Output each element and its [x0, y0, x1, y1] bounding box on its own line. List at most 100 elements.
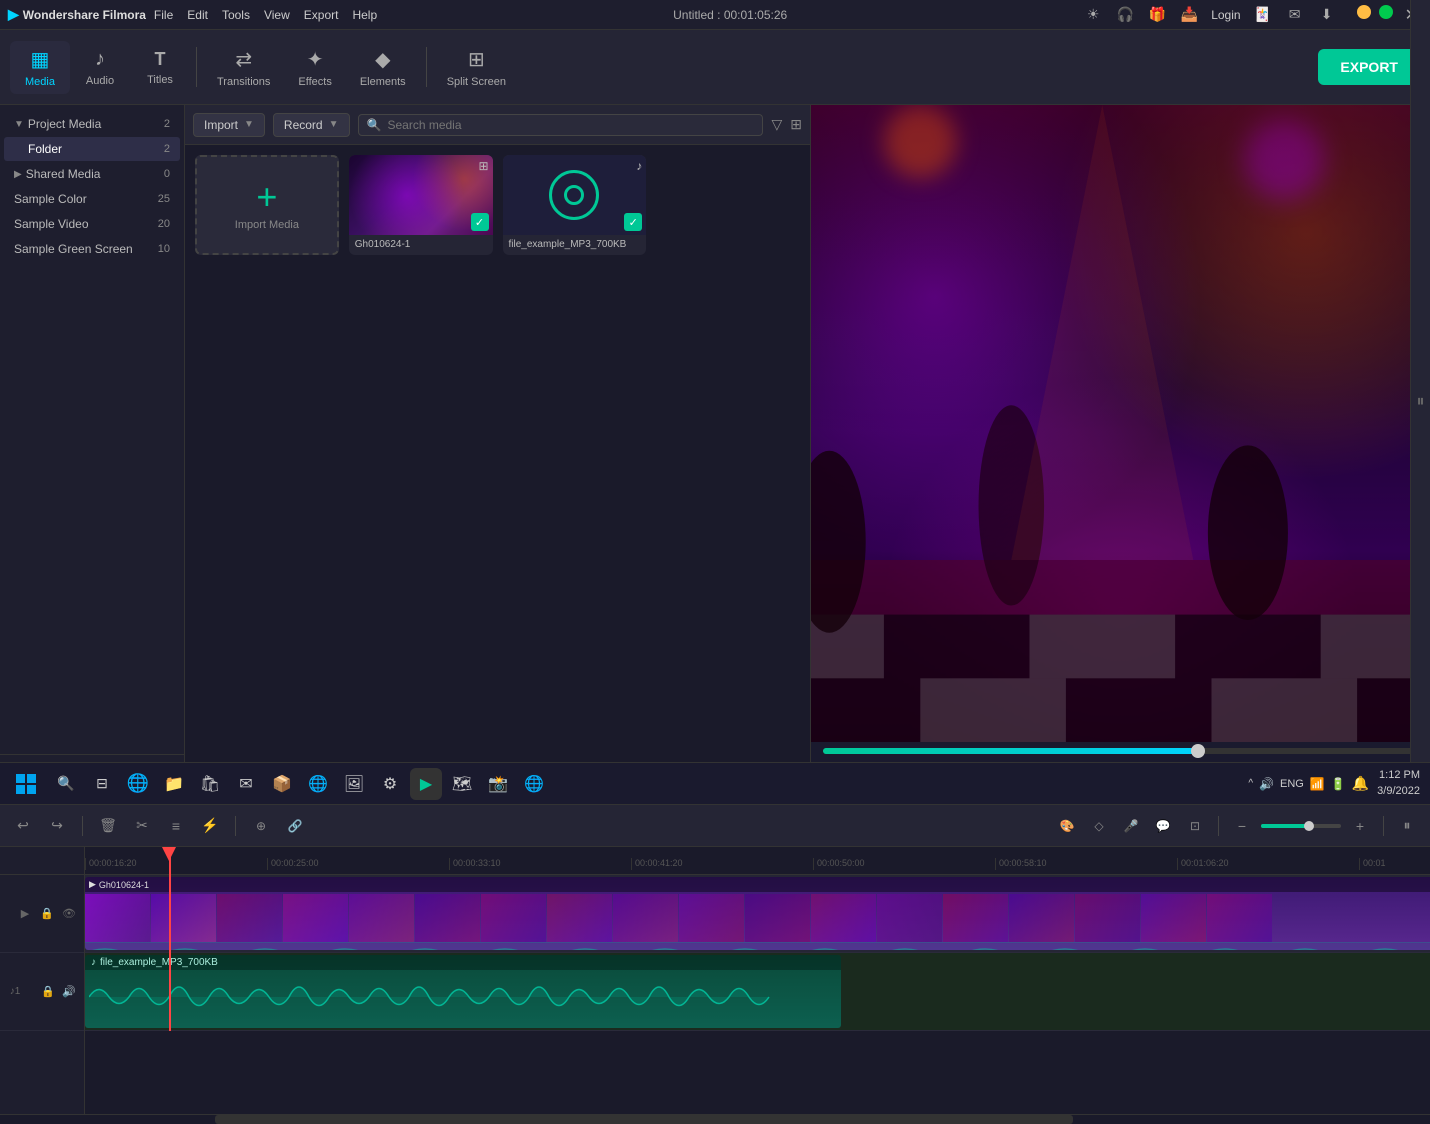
taskbar-maps-icon[interactable]: 🗺 [446, 768, 478, 800]
taskbar-mail-icon[interactable]: ✉ [230, 768, 262, 800]
transitions-icon: ⇄ [235, 47, 252, 72]
keyframe-button[interactable]: ◇ [1086, 813, 1112, 839]
vframe18 [1207, 894, 1272, 942]
menu-tools[interactable]: Tools [222, 8, 250, 22]
media-audio-item[interactable]: ♪ ✓ file_example_MP3_700KB [503, 155, 647, 255]
delete-button[interactable]: 🗑 [95, 813, 121, 839]
voice-btn[interactable]: 🎤 [1118, 813, 1144, 839]
zoom-in-button[interactable]: + [1347, 813, 1373, 839]
taskbar-time[interactable]: 1:12 PM 3/9/2022 [1377, 768, 1420, 799]
taskbar-chrome2-icon[interactable]: 🌐 [518, 768, 550, 800]
battery-icon[interactable]: 🔋 [1331, 777, 1346, 791]
headset-icon[interactable]: 🎧 [1115, 5, 1135, 25]
sample-color-label: Sample Color [14, 192, 158, 206]
color-grading-button[interactable]: 🎨 [1054, 813, 1080, 839]
video-track-lock[interactable]: 🔒 [38, 905, 56, 923]
taskbar-files-icon[interactable]: 📁 [158, 768, 190, 800]
systray-chevron-icon[interactable]: ^ [1248, 778, 1253, 789]
audio-detach-button[interactable]: ⚡ [197, 813, 223, 839]
menu-file[interactable]: File [154, 8, 173, 22]
progress-handle[interactable] [1191, 744, 1205, 758]
tree-sample-video[interactable]: Sample Video 20 [4, 212, 180, 236]
progress-bar[interactable] [823, 748, 1418, 754]
toolbar-elements[interactable]: ◆ Elements [346, 41, 420, 94]
zoom-slider[interactable] [1261, 824, 1341, 828]
export-button[interactable]: EXPORT [1318, 49, 1420, 85]
download2-icon[interactable]: ⬇ [1317, 5, 1337, 25]
audio-clip-name: file_example_MP3_700KB [100, 957, 218, 968]
video-clip-block[interactable]: ▶ Gh010624-1 [85, 877, 1430, 950]
pause-button[interactable]: ⏸ [1394, 813, 1420, 839]
tree-shared-media[interactable]: ▶ Shared Media 0 [4, 162, 180, 186]
audio-volume-icon[interactable]: 🔊 [60, 983, 78, 1001]
tree-project-media[interactable]: ▼ Project Media 2 [4, 112, 180, 136]
gift-icon[interactable]: 🎁 [1147, 5, 1167, 25]
cut-button[interactable]: ✂ [129, 813, 155, 839]
timeline-scrollbar[interactable] [0, 1114, 1430, 1124]
menu-view[interactable]: View [264, 8, 290, 22]
undo-button[interactable]: ↩ [10, 813, 36, 839]
vframe17 [1141, 894, 1206, 942]
video-track-row: ▶ Gh010624-1 [85, 875, 1430, 953]
media-video-item[interactable]: ⊞ ✓ Gh010624-1 [349, 155, 493, 255]
video-clip-icon: ▶ [89, 879, 96, 890]
zoom-handle[interactable] [1304, 821, 1314, 831]
login-button[interactable]: Login [1211, 8, 1240, 22]
video-track-eye[interactable]: 👁 [60, 905, 78, 923]
notification-icon[interactable]: 🔔 [1352, 775, 1369, 792]
audio-lock-icon[interactable]: 🔒 [39, 983, 57, 1001]
maximize-button[interactable] [1379, 5, 1393, 19]
grid-view-icon[interactable]: ⊞ [790, 116, 802, 133]
taskbar-dropbox-icon[interactable]: 📦 [266, 768, 298, 800]
taskbar-store-icon[interactable]: 🛍 [194, 768, 226, 800]
minimize-button[interactable] [1357, 5, 1371, 19]
menu-export[interactable]: Export [304, 8, 339, 22]
toolbar-effects[interactable]: ✦ Effects [284, 41, 345, 94]
taskbar-search-icon[interactable]: 🔍 [50, 768, 82, 800]
taskbar-taskview-icon[interactable]: ⊟ [86, 768, 118, 800]
search-input[interactable] [387, 118, 754, 132]
toolbar-titles[interactable]: T Titles [130, 43, 190, 92]
video-check: ✓ [471, 213, 489, 231]
taskbar-chrome-icon[interactable]: 🌐 [302, 768, 334, 800]
toolbar-splitscreen[interactable]: ⊞ Split Screen [433, 41, 520, 94]
import-dropdown[interactable]: Import ▼ [193, 113, 265, 137]
captions-button[interactable]: 💬 [1150, 813, 1176, 839]
taskbar-settings-icon[interactable]: ⚙ [374, 768, 406, 800]
audio-label-left: ♪1 [6, 983, 24, 1001]
align-button[interactable]: ≡ [163, 813, 189, 839]
taskbar-photos-icon[interactable]: 🖼 [338, 768, 370, 800]
vframe14 [943, 894, 1008, 942]
toolbar-audio[interactable]: ♪ Audio [70, 42, 130, 93]
taskbar-filmora-icon[interactable]: ▶ [410, 768, 442, 800]
menu-edit[interactable]: Edit [187, 8, 208, 22]
tree-folder[interactable]: Folder 2 [4, 137, 180, 161]
record-dropdown[interactable]: Record ▼ [273, 113, 350, 137]
tracks-scroll[interactable]: 00:00:16:20 00:00:25:00 00:00:33:10 00:0… [85, 847, 1430, 1114]
audio-clip-block[interactable]: ♪ file_example_MP3_700KB [85, 955, 841, 1028]
taskbar-edge-icon[interactable]: 🌐 [122, 768, 154, 800]
snap-button[interactable]: ⊕ [248, 813, 274, 839]
taskbar-photos2-icon[interactable]: 📸 [482, 768, 514, 800]
search-box[interactable]: 🔍 [358, 114, 764, 136]
redo-button[interactable]: ↪ [44, 813, 70, 839]
link-button[interactable]: 🔗 [282, 813, 308, 839]
tree-sample-green[interactable]: Sample Green Screen 10 [4, 237, 180, 261]
systray-taskbar-icon1[interactable]: 🔊 [1259, 777, 1274, 791]
toolbar-media[interactable]: ▦ Media [10, 41, 70, 94]
card-icon[interactable]: 🃏 [1253, 5, 1273, 25]
scrollbar-thumb[interactable] [215, 1115, 1073, 1124]
download-icon[interactable]: 📥 [1179, 5, 1199, 25]
video-track-expand[interactable]: ▶ [16, 905, 34, 923]
filter-icon[interactable]: ▽ [771, 116, 782, 133]
import-media-item[interactable]: + Import Media [195, 155, 339, 255]
tree-sample-color[interactable]: Sample Color 25 [4, 187, 180, 211]
start-button[interactable] [10, 768, 42, 800]
wifi-icon[interactable]: 📶 [1310, 777, 1325, 791]
toolbar-transitions[interactable]: ⇄ Transitions [203, 41, 284, 94]
crop-button[interactable]: ⊡ [1182, 813, 1208, 839]
menu-help[interactable]: Help [352, 8, 377, 22]
zoom-out-button[interactable]: − [1229, 813, 1255, 839]
mail-icon[interactable]: ✉ [1285, 5, 1305, 25]
sun-icon[interactable]: ☀ [1083, 5, 1103, 25]
